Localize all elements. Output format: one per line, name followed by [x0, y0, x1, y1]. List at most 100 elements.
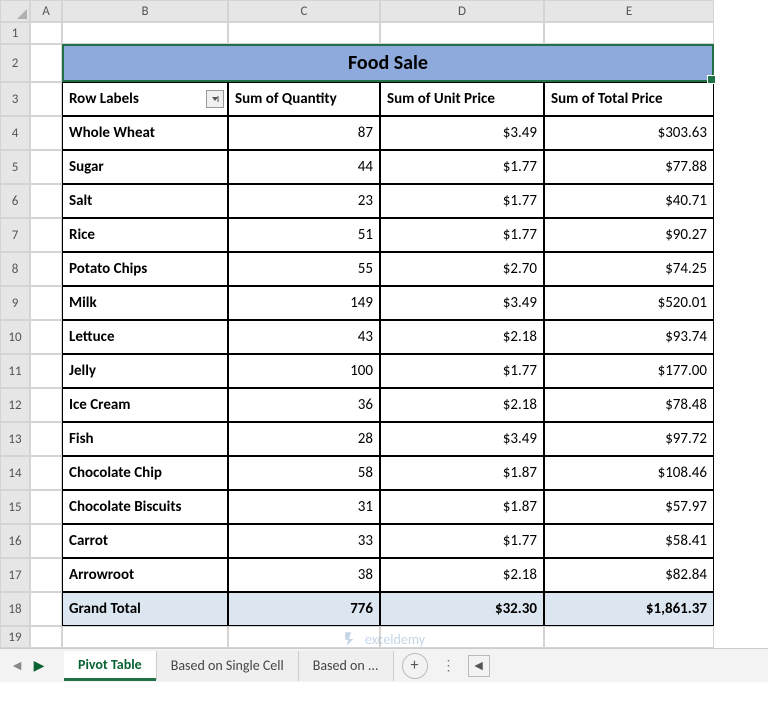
pivot-value-cell[interactable]: $3.49 [380, 422, 544, 456]
empty-cell[interactable] [30, 626, 62, 648]
column-header[interactable]: D [380, 0, 544, 22]
pivot-value-cell[interactable]: $1.77 [380, 354, 544, 388]
row-header[interactable]: 4 [0, 116, 30, 150]
empty-cell[interactable] [30, 456, 62, 490]
empty-cell[interactable] [30, 44, 62, 82]
row-header[interactable]: 2 [0, 44, 30, 82]
pivot-value-cell[interactable]: 23 [228, 184, 380, 218]
empty-cell[interactable] [30, 150, 62, 184]
grand-total-value[interactable]: $1,861.37 [544, 592, 714, 626]
pivot-row-label[interactable]: Lettuce [62, 320, 228, 354]
tab-next-icon[interactable]: ▶ [28, 655, 50, 677]
column-header[interactable]: B [62, 0, 228, 22]
tab-pivot-table[interactable]: Pivot Table [64, 651, 157, 681]
pivot-row-label[interactable]: Ice Cream [62, 388, 228, 422]
pivot-value-cell[interactable]: 51 [228, 218, 380, 252]
empty-cell[interactable] [30, 286, 62, 320]
row-header[interactable]: 12 [0, 388, 30, 422]
pivot-value-cell[interactable]: $1.77 [380, 218, 544, 252]
pivot-value-cell[interactable]: $2.18 [380, 320, 544, 354]
grand-total-label[interactable]: Grand Total [62, 592, 228, 626]
row-header[interactable]: 10 [0, 320, 30, 354]
pivot-value-cell[interactable]: $1.87 [380, 490, 544, 524]
row-header[interactable]: 18 [0, 592, 30, 626]
pivot-header[interactable]: Sum of Total Price [544, 82, 714, 116]
pivot-value-cell[interactable]: $2.70 [380, 252, 544, 286]
empty-cell[interactable] [30, 22, 62, 44]
pivot-value-cell[interactable]: 87 [228, 116, 380, 150]
pivot-row-label[interactable]: Fish [62, 422, 228, 456]
pivot-value-cell[interactable]: $108.46 [544, 456, 714, 490]
empty-cell[interactable] [544, 22, 714, 44]
pivot-value-cell[interactable]: 36 [228, 388, 380, 422]
row-header[interactable]: 15 [0, 490, 30, 524]
pivot-value-cell[interactable]: $1.77 [380, 524, 544, 558]
grand-total-value[interactable]: $32.30 [380, 592, 544, 626]
empty-cell[interactable] [30, 82, 62, 116]
pivot-value-cell[interactable]: $1.77 [380, 184, 544, 218]
select-all-corner[interactable] [0, 0, 30, 22]
title-cell[interactable]: Food Sale [62, 44, 714, 82]
row-header[interactable]: 7 [0, 218, 30, 252]
empty-cell[interactable] [228, 626, 380, 648]
pivot-value-cell[interactable]: $82.84 [544, 558, 714, 592]
tab-based-on-single-cell[interactable]: Based on Single Cell [157, 651, 299, 681]
pivot-value-cell[interactable]: $90.27 [544, 218, 714, 252]
tab-based-on[interactable]: Based on ... [299, 651, 394, 681]
pivot-value-cell[interactable]: $2.18 [380, 388, 544, 422]
pivot-value-cell[interactable]: $40.71 [544, 184, 714, 218]
empty-cell[interactable] [30, 490, 62, 524]
pivot-value-cell[interactable]: $58.41 [544, 524, 714, 558]
pivot-row-label[interactable]: Jelly [62, 354, 228, 388]
pivot-header[interactable]: Sum of Quantity [228, 82, 380, 116]
row-header[interactable]: 16 [0, 524, 30, 558]
row-header[interactable]: 6 [0, 184, 30, 218]
empty-cell[interactable] [30, 184, 62, 218]
pivot-value-cell[interactable]: 28 [228, 422, 380, 456]
pivot-value-cell[interactable]: $77.88 [544, 150, 714, 184]
empty-cell[interactable] [30, 524, 62, 558]
empty-cell[interactable] [30, 422, 62, 456]
pivot-value-cell[interactable]: 58 [228, 456, 380, 490]
pivot-row-label[interactable]: Chocolate Biscuits [62, 490, 228, 524]
pivot-row-label[interactable]: Arrowroot [62, 558, 228, 592]
pivot-value-cell[interactable]: 31 [228, 490, 380, 524]
column-header[interactable]: A [30, 0, 62, 22]
pivot-row-label[interactable]: Rice [62, 218, 228, 252]
tab-overflow-icon[interactable]: ⋮ [436, 657, 464, 674]
pivot-value-cell[interactable]: $74.25 [544, 252, 714, 286]
pivot-row-label[interactable]: Sugar [62, 150, 228, 184]
grand-total-value[interactable]: 776 [228, 592, 380, 626]
filter-dropdown-icon[interactable] [206, 90, 224, 108]
pivot-header-row-labels[interactable]: Row Labels [62, 82, 228, 116]
empty-cell[interactable] [30, 320, 62, 354]
pivot-value-cell[interactable]: $1.87 [380, 456, 544, 490]
row-header[interactable]: 3 [0, 82, 30, 116]
empty-cell[interactable] [62, 22, 228, 44]
empty-cell[interactable] [228, 22, 380, 44]
row-header[interactable]: 9 [0, 286, 30, 320]
pivot-row-label[interactable]: Potato Chips [62, 252, 228, 286]
pivot-value-cell[interactable]: $1.77 [380, 150, 544, 184]
row-header[interactable]: 17 [0, 558, 30, 592]
empty-cell[interactable] [30, 354, 62, 388]
pivot-value-cell[interactable]: $3.49 [380, 286, 544, 320]
row-header[interactable]: 14 [0, 456, 30, 490]
row-header[interactable]: 19 [0, 626, 30, 648]
pivot-row-label[interactable]: Salt [62, 184, 228, 218]
empty-cell[interactable] [30, 116, 62, 150]
pivot-value-cell[interactable]: $520.01 [544, 286, 714, 320]
pivot-value-cell[interactable]: 149 [228, 286, 380, 320]
pivot-value-cell[interactable]: $93.74 [544, 320, 714, 354]
pivot-header[interactable]: Sum of Unit Price [380, 82, 544, 116]
pivot-row-label[interactable]: Milk [62, 286, 228, 320]
column-header[interactable]: E [544, 0, 714, 22]
pivot-value-cell[interactable]: $177.00 [544, 354, 714, 388]
pivot-row-label[interactable]: Chocolate Chip [62, 456, 228, 490]
pivot-row-label[interactable]: Carrot [62, 524, 228, 558]
pivot-value-cell[interactable]: 44 [228, 150, 380, 184]
empty-cell[interactable] [380, 22, 544, 44]
row-header[interactable]: 5 [0, 150, 30, 184]
pivot-value-cell[interactable]: $78.48 [544, 388, 714, 422]
pivot-value-cell[interactable]: 55 [228, 252, 380, 286]
